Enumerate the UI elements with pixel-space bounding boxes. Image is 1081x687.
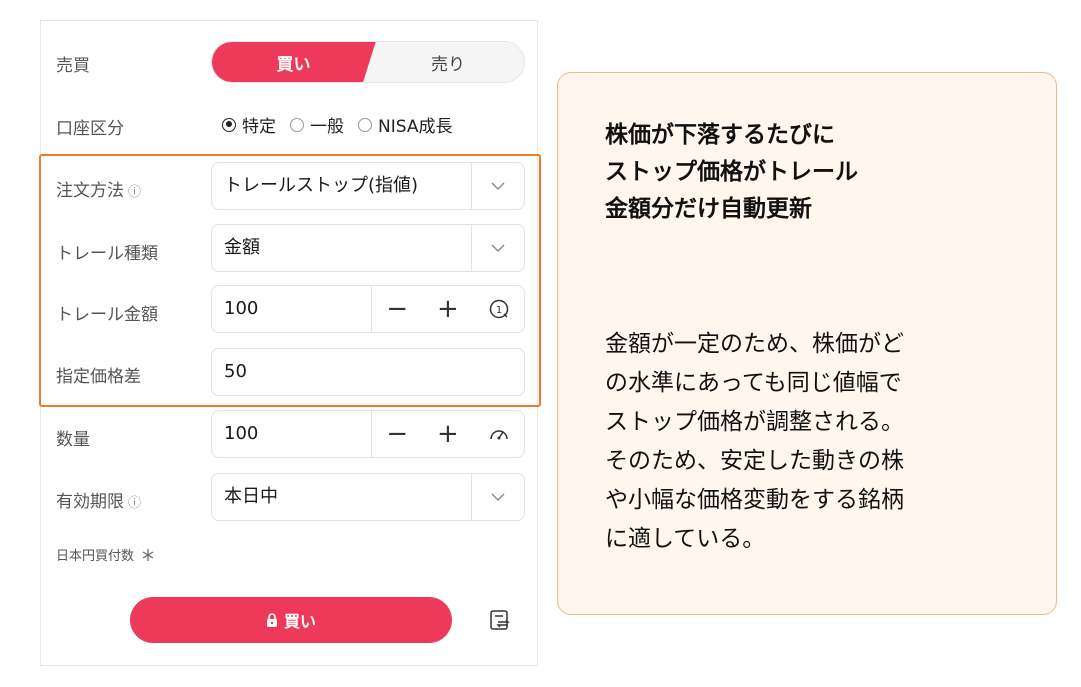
trail-amount-value: 100 [224,298,259,319]
order-book-icon[interactable] [489,609,511,631]
account-type-label: 口座区分 [56,119,124,139]
chevron-down-icon[interactable] [471,225,524,271]
side-label: 売買 [56,56,90,76]
trail-amount-label: トレール金額 [56,305,158,325]
trail-amount-stepper: − + 1 [371,286,524,332]
callout-title-line: 金額分だけ自動更新 [605,196,812,222]
svg-text:1: 1 [495,305,501,316]
quantity-value: 100 [224,423,259,444]
chevron-down-icon[interactable] [471,163,524,209]
jpy-amount-toggle[interactable]: 日本円買付数 [56,545,155,564]
chevron-down-icon[interactable] [471,474,524,520]
info-icon[interactable]: ⓘ [128,185,141,200]
radio-unselected-icon [358,117,372,132]
callout-body-line: 金額が一定のため、株価がど [605,331,904,357]
radio-unselected-icon [290,117,304,132]
sell-tab[interactable]: 売り [372,42,524,82]
quantity-input[interactable]: 100 − + [211,410,525,458]
trail-type-select[interactable]: 金額 [211,224,525,272]
order-method-value: トレールストップ(指値) [224,175,419,196]
buy-submit-button[interactable]: 買い [130,597,452,643]
jpy-amount-label: 日本円買付数 [56,549,135,564]
plus-button[interactable]: + [437,286,459,332]
radio-selected-icon [222,117,236,132]
trail-type-value: 金額 [224,237,260,258]
expiry-value: 本日中 [224,486,278,507]
order-method-label: 注文方法 ⓘ [56,176,141,201]
explanation-callout: 株価が下落するたびに ストップ価格がトレール 金額分だけ自動更新 金額が一定のた… [557,72,1057,615]
price-diff-label: 指定価格差 [56,367,141,387]
gauge-icon[interactable] [488,424,510,444]
buy-submit-label: 買い [283,612,316,631]
callout-body-line: の水準にあっても同じ値幅で [605,370,902,396]
info-icon[interactable]: ⓘ [128,496,141,511]
callout-title: 株価が下落するたびに ストップ価格がトレール 金額分だけ自動更新 [605,117,858,228]
callout-body-line: や小幅な価格変動をする銘柄 [605,487,904,513]
expiry-label-text: 有効期限 [56,492,124,512]
one-tick-icon[interactable]: 1 [488,298,510,320]
callout-title-line: ストップ価格がトレール [605,159,858,185]
plus-button[interactable]: + [437,411,459,457]
quantity-stepper: − + [371,411,524,457]
expiry-label: 有効期限 ⓘ [56,487,141,512]
account-type-radio-group: 特定 一般 NISA成長 [222,112,452,137]
account-radio-ippan[interactable]: 一般 [290,112,344,137]
callout-body: 金額が一定のため、株価がど の水準にあっても同じ値幅で ストップ価格が調整される… [605,325,1025,559]
minus-button[interactable]: − [386,411,408,457]
callout-body-line: ストップ価格が調整される。 [605,409,904,435]
order-method-label-text: 注文方法 [56,181,124,201]
minus-button[interactable]: − [386,286,408,332]
lock-icon [266,613,277,627]
callout-body-line: そのため、安定した動きの株 [605,448,904,474]
account-option-label: NISA成長 [378,117,453,137]
callout-title-line: 株価が下落するたびに [605,122,835,148]
order-form-panel: 売買 買い 売り 口座区分 特定 一般 NISA成長 注文方法 ⓘ トレールストッ… [40,20,538,666]
price-diff-input[interactable]: 50 [211,348,525,396]
sparkle-icon [142,549,154,561]
account-radio-tokutei[interactable]: 特定 [222,112,276,137]
buy-tab[interactable]: 買い [212,42,376,82]
trail-type-label: トレール種類 [56,244,158,264]
trail-amount-input[interactable]: 100 − + 1 [211,285,525,333]
price-diff-value: 50 [224,361,247,382]
account-option-label: 特定 [242,117,276,137]
account-option-label: 一般 [310,117,344,137]
expiry-select[interactable]: 本日中 [211,473,525,521]
order-method-select[interactable]: トレールストップ(指値) [211,162,525,210]
buy-sell-toggle[interactable]: 買い 売り [211,41,525,83]
account-radio-nisa[interactable]: NISA成長 [358,112,452,137]
quantity-label: 数量 [56,430,90,450]
callout-body-line: に適している。 [605,526,766,552]
